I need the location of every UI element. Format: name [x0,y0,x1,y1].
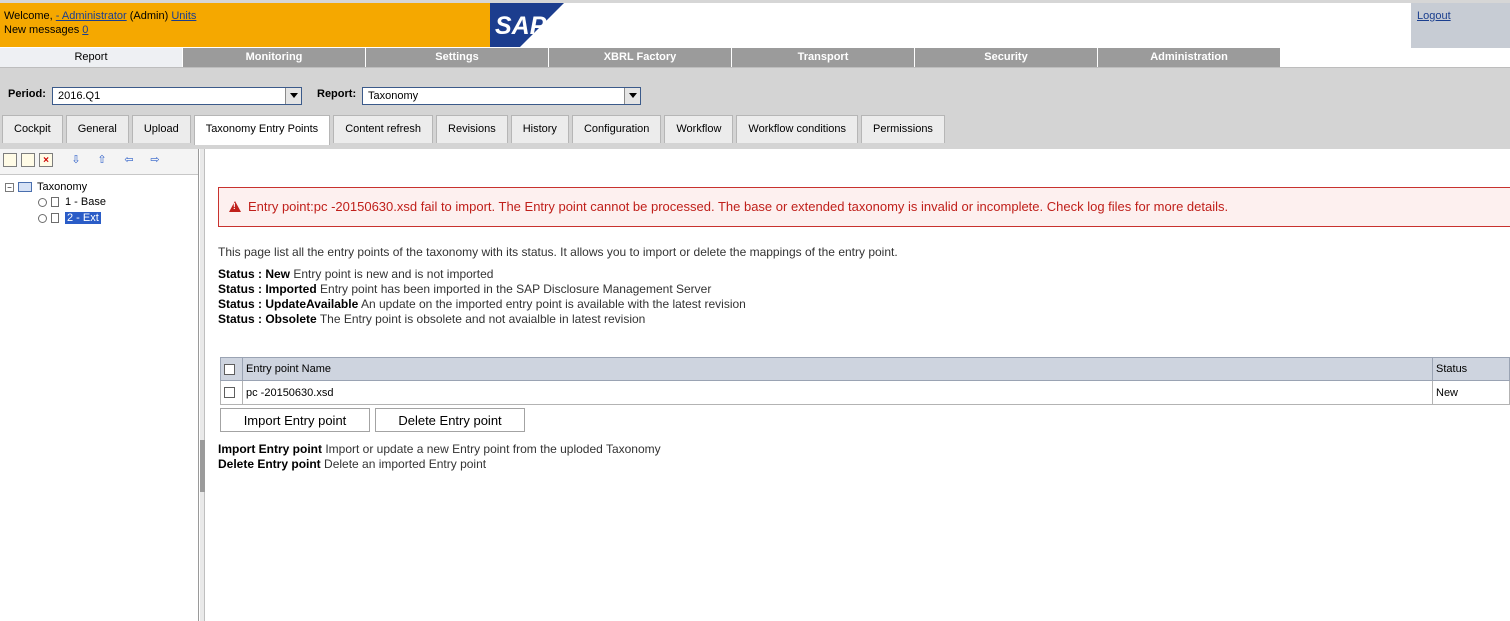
nav-transport[interactable]: Transport [732,48,914,67]
new-item-icon[interactable] [3,153,17,167]
nav-administration[interactable]: Administration [1098,48,1280,67]
move-left-icon[interactable]: ⇦ [122,153,136,167]
tab-general[interactable]: General [65,115,129,143]
tab-permissions[interactable]: Permissions [861,115,945,143]
tab-content-refresh[interactable]: Content refresh [333,115,434,143]
import-entry-point-button[interactable]: Import Entry point [220,408,370,432]
help-line-import: Import Entry point Import or update a ne… [218,442,661,456]
logout-link[interactable]: Logout [1417,10,1451,22]
tab-configuration[interactable]: Configuration [571,115,662,143]
column-header-name[interactable]: Entry point Name [242,357,1433,381]
document-icon [51,213,59,224]
tree-item-label: 1 - Base [65,196,106,208]
user-role: (Admin) [126,10,172,22]
tab-cockpit[interactable]: Cockpit [2,115,63,143]
messages-line: New messages 0 [4,23,490,37]
error-message: Entry point:pc -20150630.xsd fail to imp… [248,199,1229,214]
help-term: Delete Entry point [218,457,321,471]
splitter-grip[interactable] [200,440,205,492]
tab-workflow[interactable]: Workflow [664,115,734,143]
delete-entry-point-button[interactable]: Delete Entry point [375,408,525,432]
page-description: This page list all the entry points of t… [218,245,898,259]
sap-logo: SAP [490,3,564,47]
status-name: New [265,267,291,281]
status-line-new: Status : New Entry point is new and is n… [218,267,494,281]
entry-point-name: pc -20150630.xsd [242,380,1433,405]
report-select[interactable]: Taxonomy [362,87,641,105]
panel-splitter[interactable] [200,149,205,621]
messages-count-link[interactable]: 0 [82,24,88,36]
select-all-checkbox[interactable] [224,363,235,375]
error-message-box: Entry point:pc -20150630.xsd fail to imp… [218,187,1510,227]
help-line-delete: Delete Entry point Delete an imported En… [218,457,487,471]
row-select-cell [220,380,243,405]
period-label: Period: [8,88,46,100]
period-value: 2016.Q1 [58,90,101,102]
document-icon [51,197,59,208]
report-value: Taxonomy [368,90,419,102]
welcome-line: Welcome, - Administrator (Admin) Units [4,9,490,23]
help-term: Import Entry point [218,442,322,456]
user-link[interactable]: - Administrator [56,10,127,22]
chevron-down-icon[interactable] [624,88,640,104]
tab-revisions[interactable]: Revisions [436,115,508,143]
tree-item-base[interactable]: 1 - Base [38,196,106,208]
nav-settings[interactable]: Settings [366,48,548,67]
tree-root-label: Taxonomy [37,181,88,193]
taxonomy-book-icon [18,182,32,193]
table-row[interactable]: pc -20150630.xsd New [220,380,1510,405]
welcome-prefix: Welcome, [4,10,56,22]
move-down-icon[interactable]: ⇩ [69,153,83,167]
nav-report[interactable]: Report [0,48,182,67]
collapse-icon[interactable]: − [5,182,14,192]
tab-workflow-conditions[interactable]: Workflow conditions [736,115,859,143]
status-name: UpdateAvailable [265,297,359,311]
select-all-cell [220,357,243,381]
units-link[interactable]: Units [171,10,196,22]
status-line-imported: Status : Imported Entry point has been i… [218,282,712,296]
sap-logo-text: SAP [495,12,547,40]
nav-xbrl-factory[interactable]: XBRL Factory [549,48,731,67]
table-header-row: Entry point Name Status [220,357,1510,381]
sub-tabs: Cockpit General Upload Taxonomy Entry Po… [2,115,948,145]
logout-box: Logout [1411,3,1510,48]
status-name: Obsolete [265,312,317,326]
tree-item-ext[interactable]: 2 - Ext [38,212,101,224]
nav-monitoring[interactable]: Monitoring [183,48,365,67]
tab-upload[interactable]: Upload [131,115,191,143]
period-select[interactable]: 2016.Q1 [52,87,302,105]
move-right-icon[interactable]: ⇨ [148,153,162,167]
delete-item-icon[interactable]: × [39,153,53,167]
status-line-obsolete: Status : Obsolete The Entry point is obs… [218,312,646,326]
tab-history[interactable]: History [510,115,569,143]
tab-taxonomy-entry-points[interactable]: Taxonomy Entry Points [193,115,331,145]
radio-icon[interactable] [38,197,47,207]
nav-security[interactable]: Security [915,48,1097,67]
tree-item-label: 2 - Ext [65,212,101,224]
main-nav: Report Monitoring Settings XBRL Factory … [0,48,1281,67]
edit-item-icon[interactable] [21,153,35,167]
warning-icon [229,201,241,212]
row-checkbox[interactable] [224,387,235,399]
radio-icon[interactable] [38,213,47,223]
chevron-down-icon[interactable] [285,88,301,104]
tree-root[interactable]: − Taxonomy [5,181,87,193]
welcome-box: Welcome, - Administrator (Admin) Units N… [0,3,490,47]
status-line-update-available: Status : UpdateAvailable An update on th… [218,297,746,311]
messages-label: New messages [4,24,83,36]
move-up-icon[interactable]: ⇧ [95,153,109,167]
entry-point-status: New [1432,380,1510,405]
column-header-status[interactable]: Status [1432,357,1510,381]
status-name: Imported [265,282,317,296]
report-label: Report: [317,88,357,100]
tree-panel: × ⇩ ⇧ ⇦ ⇨ − Taxonomy 1 - Base 2 - Ext [0,149,199,621]
entry-points-table: Entry point Name Status pc -20150630.xsd… [220,357,1510,405]
tree-toolbar: × ⇩ ⇧ ⇦ ⇨ [0,149,198,175]
